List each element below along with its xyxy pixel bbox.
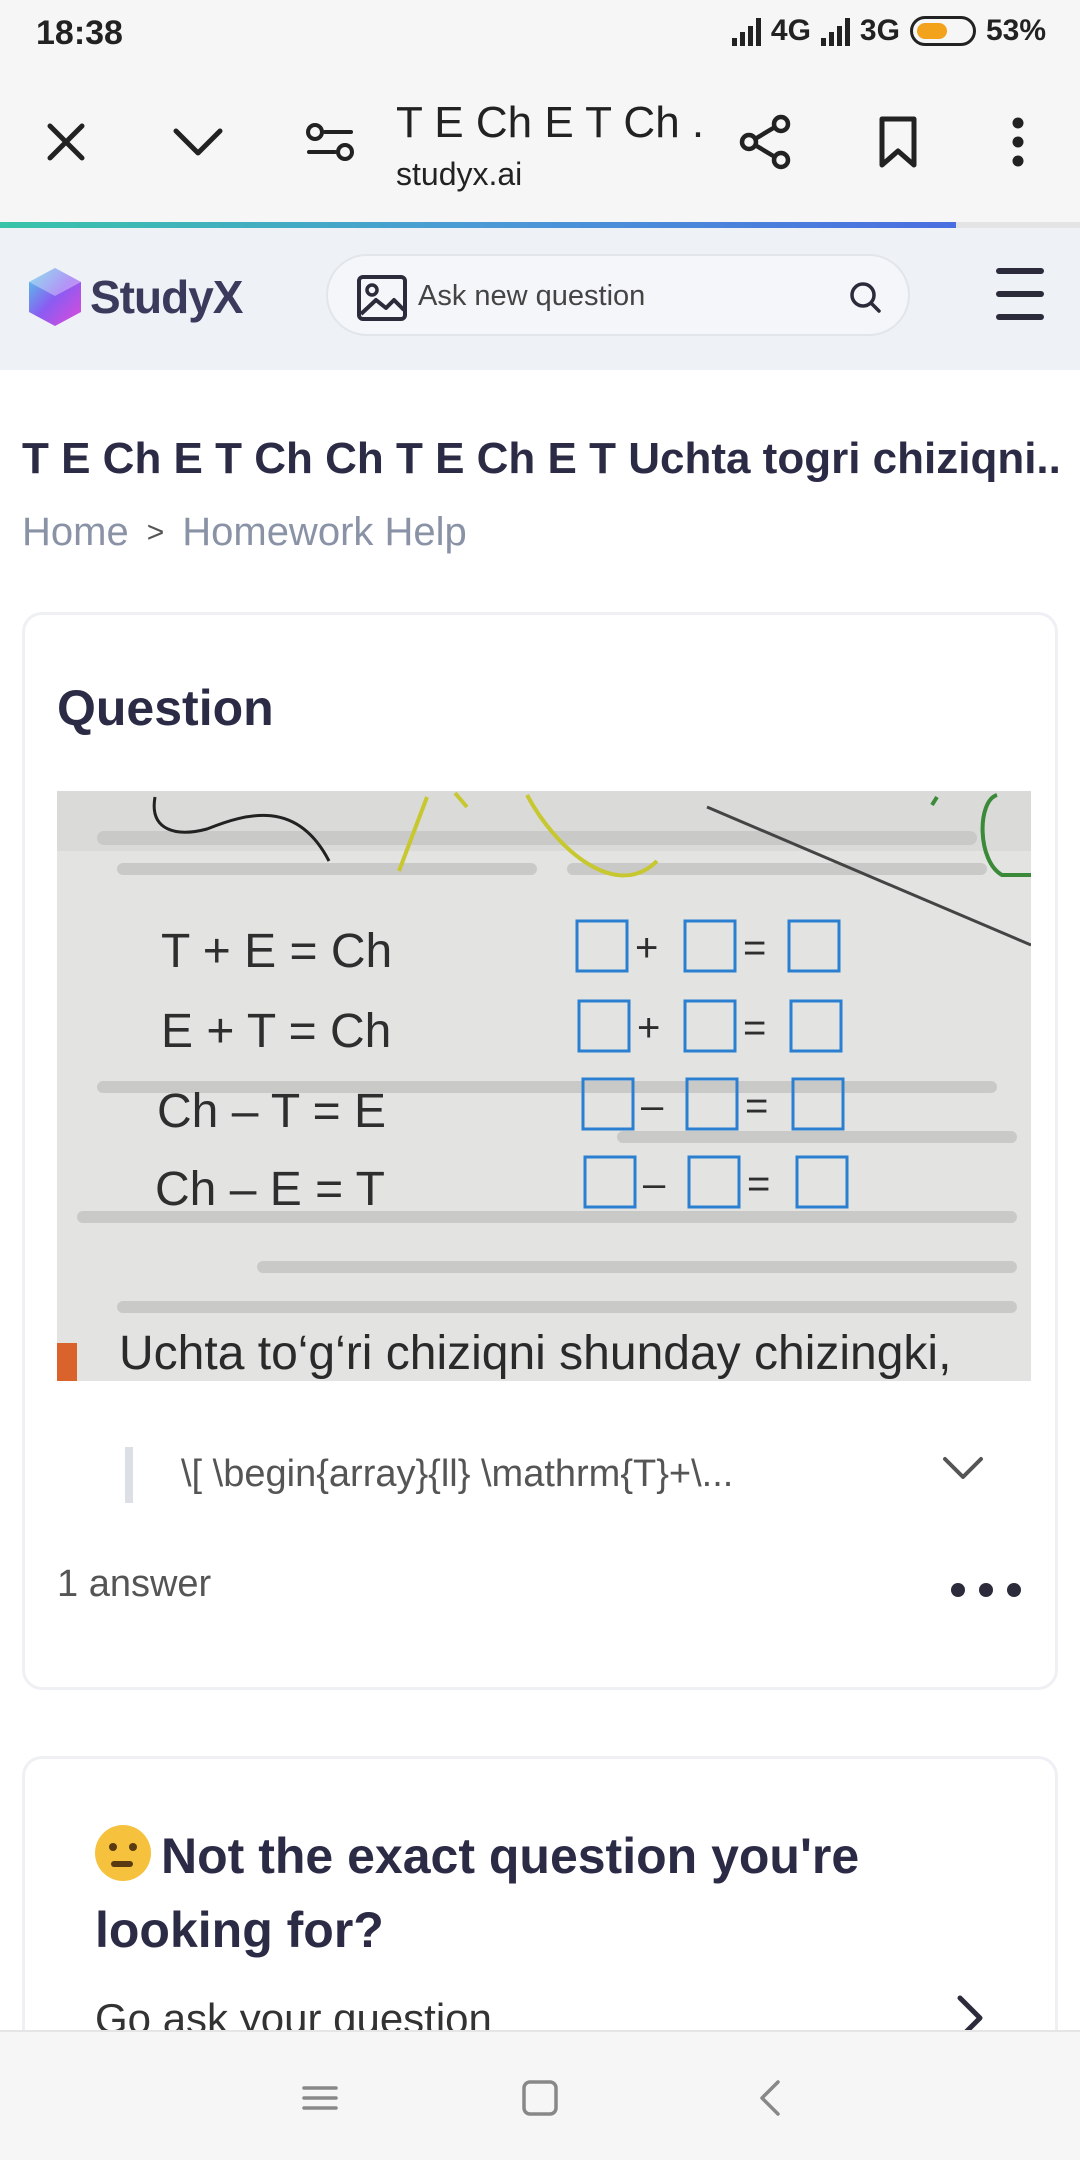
equation-2: E + T = Ch [161,1005,391,1058]
chevron-right-icon: > [146,515,165,549]
operator-sign: – [643,1162,666,1206]
not-exact-title: Not the exact question you're looking fo… [95,1819,995,1967]
not-exact-title-text: Not the exact question you're looking fo… [95,1828,860,1958]
operator-sign: + [637,1006,660,1050]
battery-icon [909,16,976,46]
more-options-icon[interactable] [951,1583,1021,1597]
close-icon[interactable] [36,112,96,172]
equation-3: Ch – T = E [157,1085,386,1138]
more-vertical-icon[interactable] [988,112,1048,172]
tab-title: T E Ch E T Ch ... [396,98,706,147]
question-heading: Question [57,680,274,736]
equation-1: T + E = Ch [161,925,392,978]
chevron-down-icon[interactable] [168,112,228,172]
status-indicators: 4G 3G 53% [731,14,1046,48]
latex-preview[interactable]: \[ \begin{array}{ll} \mathrm{T}+\... [125,1447,985,1507]
site-settings-icon[interactable] [300,112,360,172]
quote-bar [125,1447,133,1503]
site-header: StudyX Ask new question [0,228,1080,370]
status-time: 18:38 [36,14,123,52]
page-domain: studyx.ai [396,156,523,192]
search-placeholder: Ask new question [418,280,646,312]
home-icon[interactable] [518,2076,562,2120]
signal-icon-2 [820,16,850,46]
answer-count[interactable]: 1 answer [57,1563,211,1606]
search-icon[interactable] [848,280,882,319]
image-upload-icon[interactable] [356,274,408,327]
breadcrumb-home[interactable]: Home [22,510,129,555]
equals-sign: = [743,1006,766,1050]
equals-sign: = [747,1162,770,1206]
hamburger-menu-icon[interactable] [996,268,1044,320]
logo-icon [29,268,81,326]
breadcrumb-homework-help[interactable]: Homework Help [182,510,467,555]
status-bar: 18:38 4G 3G 53% [0,0,1080,70]
studyx-logo[interactable]: StudyX [26,266,243,328]
browser-toolbar: T E Ch E T Ch ... studyx.ai [0,70,1080,222]
network-label-2: 3G [859,14,900,47]
question-photo: T + E = Ch E + T = Ch Ch – T = E Ch – E … [57,791,1031,1381]
network-label-1: 4G [770,14,811,47]
image-caption: Uchta to‘g‘ri chiziqni shunday chizingki… [119,1327,951,1380]
equals-sign: = [745,1084,768,1128]
logo-text: StudyX [90,271,243,323]
page: 18:38 4G 3G 53% T E Ch E T Ch ... studyx… [0,0,1080,2160]
battery-percent: 53% [985,14,1046,47]
question-image[interactable]: T + E = Ch E + T = Ch Ch – T = E Ch – E … [57,791,1031,1381]
system-nav-bar [0,2030,1080,2160]
back-icon[interactable] [748,2076,792,2120]
share-icon[interactable] [736,112,796,172]
operator-sign: + [635,926,658,970]
recent-apps-icon[interactable] [298,2076,342,2120]
breadcrumb: Home > Homework Help [22,510,467,555]
thinking-face-icon [95,1825,151,1881]
equation-4: Ch – E = T [155,1163,385,1216]
equals-sign: = [743,926,766,970]
bookmark-icon[interactable] [868,112,928,172]
operator-sign: – [641,1084,664,1128]
expand-chevron-icon[interactable] [941,1453,985,1488]
latex-text: \[ \begin{array}{ll} \mathrm{T}+\... [181,1453,734,1495]
page-title: T E Ch E T Ch Ch T E Ch E T Uchta togri … [22,434,1062,483]
signal-icon [731,16,761,46]
question-card: Question T + E = Ch E + T = Ch Ch – T = … [22,612,1058,1690]
search-input[interactable]: Ask new question [326,254,910,336]
